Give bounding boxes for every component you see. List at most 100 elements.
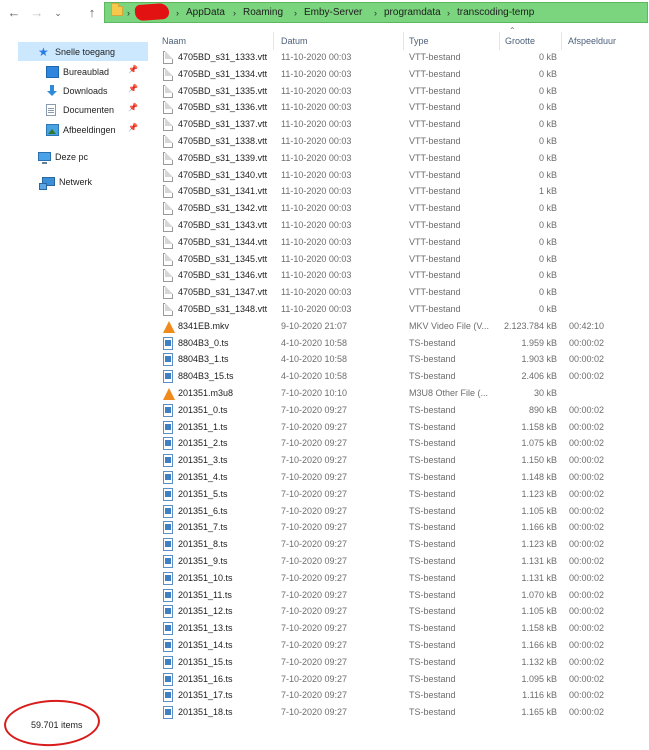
breadcrumb-separator-icon[interactable]: › bbox=[127, 6, 130, 20]
breadcrumb-appdata[interactable]: AppData bbox=[186, 6, 225, 20]
breadcrumb-transcoding-temp[interactable]: transcoding-temp bbox=[457, 6, 534, 20]
breadcrumb-separator-icon[interactable]: › bbox=[294, 6, 297, 20]
media-file-icon bbox=[163, 521, 173, 535]
breadcrumb-programdata[interactable]: programdata bbox=[384, 6, 441, 20]
file-row[interactable]: 201351.m3u8 7-10-2020 10:10 M3U8 Other Fil… bbox=[161, 385, 611, 402]
sidebar-item-downloads[interactable]: Downloads 📌 bbox=[18, 81, 148, 100]
file-row[interactable]: 4705BD_s31_1334.vtt 11-10-2020 00:03 VTT-b… bbox=[161, 66, 611, 83]
file-row[interactable]: 201351_3.ts 7-10-2020 09:27 TS-bestand 1.15… bbox=[161, 452, 611, 469]
pin-icon[interactable]: 📌 bbox=[128, 65, 138, 74]
file-row[interactable]: 201351_7.ts 7-10-2020 09:27 TS-bestand 1.16… bbox=[161, 519, 611, 536]
address-bar[interactable]: › › AppData › Roaming › Emby-Server › pr… bbox=[104, 2, 648, 23]
breadcrumb-separator-icon[interactable]: › bbox=[233, 6, 236, 20]
breadcrumb-separator-icon[interactable]: › bbox=[447, 6, 450, 20]
column-divider[interactable] bbox=[273, 32, 274, 50]
file-row[interactable]: 4705BD_s31_1344.vtt 11-10-2020 00:03 VTT-b… bbox=[161, 234, 611, 251]
breadcrumb-roaming[interactable]: Roaming bbox=[243, 6, 283, 20]
file-row[interactable]: 4705BD_s31_1340.vtt 11-10-2020 00:03 VTT-b… bbox=[161, 167, 611, 184]
file-name: 4705BD_s31_1343.vtt bbox=[178, 220, 268, 230]
text-file-icon bbox=[163, 202, 173, 216]
file-row[interactable]: 4705BD_s31_1341.vtt 11-10-2020 00:03 VTT-b… bbox=[161, 183, 611, 200]
sidebar-item-pictures[interactable]: Afbeeldingen 📌 bbox=[18, 120, 148, 139]
pin-icon[interactable]: 📌 bbox=[128, 103, 138, 112]
breadcrumb-separator-icon[interactable]: › bbox=[176, 6, 179, 20]
media-file-icon bbox=[163, 504, 173, 518]
navigation-pane: ★ Snelle toegang Bureaublad 📌 Downloads … bbox=[0, 26, 150, 750]
file-row[interactable]: 8341EB.mkv 9-10-2020 21:07 MKV Video File … bbox=[161, 318, 611, 335]
file-size: 1.131 kB bbox=[521, 556, 557, 566]
file-row[interactable]: 4705BD_s31_1336.vtt 11-10-2020 00:03 VTT-b… bbox=[161, 99, 611, 116]
file-row[interactable]: 4705BD_s31_1333.vtt 11-10-2020 00:03 VTT-b… bbox=[161, 49, 611, 66]
file-row[interactable]: 201351_17.ts 7-10-2020 09:27 TS-bestand 1.1… bbox=[161, 687, 611, 704]
file-row[interactable]: 201351_8.ts 7-10-2020 09:27 TS-bestand 1.12… bbox=[161, 536, 611, 553]
file-type: VTT-bestand bbox=[409, 186, 461, 197]
media-file-icon bbox=[163, 555, 173, 568]
text-file-icon bbox=[163, 118, 173, 132]
file-row[interactable]: 201351_18.ts 7-10-2020 09:27 TS-bestand 1.1… bbox=[161, 704, 611, 721]
file-row[interactable]: 201351_1.ts 7-10-2020 09:27 TS-bestand 1.15… bbox=[161, 419, 611, 436]
file-row[interactable]: 4705BD_s31_1337.vtt 11-10-2020 00:03 VTT-b… bbox=[161, 116, 611, 133]
file-row[interactable]: 201351_0.ts 7-10-2020 09:27 TS-bestand 890 … bbox=[161, 402, 611, 419]
column-header-size[interactable]: Grootte bbox=[505, 36, 535, 46]
file-size: 1.095 kB bbox=[521, 673, 557, 684]
file-row[interactable]: 201351_10.ts 7-10-2020 09:27 TS-bestand 1.1… bbox=[161, 570, 611, 587]
column-header-date[interactable]: Datum bbox=[281, 36, 308, 46]
file-row[interactable]: 201351_11.ts 7-10-2020 09:27 TS-bestand 1.0… bbox=[161, 587, 611, 604]
file-row[interactable]: 201351_5.ts 7-10-2020 09:27 TS-bestand 1.12… bbox=[161, 486, 611, 503]
back-arrow-icon[interactable]: ← bbox=[6, 5, 22, 21]
file-row[interactable]: 4705BD_s31_1342.vtt 11-10-2020 00:03 VTT-b… bbox=[161, 200, 611, 217]
file-row[interactable]: 201351_12.ts 7-10-2020 09:27 TS-bestand 1.1… bbox=[161, 603, 611, 620]
file-row[interactable]: 201351_14.ts 7-10-2020 09:27 TS-bestand 1.1… bbox=[161, 637, 611, 654]
file-row[interactable]: 201351_2.ts 7-10-2020 09:27 TS-bestand 1.07… bbox=[161, 435, 611, 452]
file-row[interactable]: 8804B3_1.ts 4-10-2020 10:58 TS-bestand 1.90… bbox=[161, 351, 611, 368]
column-divider[interactable] bbox=[403, 32, 404, 50]
file-row[interactable]: 201351_13.ts 7-10-2020 09:27 TS-bestand 1.1… bbox=[161, 620, 611, 637]
file-row[interactable]: 4705BD_s31_1346.vtt 11-10-2020 00:03 VTT-b… bbox=[161, 267, 611, 284]
pin-icon[interactable]: 📌 bbox=[128, 84, 138, 93]
file-type: VTT-bestand bbox=[409, 270, 461, 281]
file-name: 4705BD_s31_1346.vtt bbox=[178, 270, 268, 281]
forward-arrow-icon[interactable]: → bbox=[29, 5, 45, 21]
sidebar-item-network[interactable]: Netwerk bbox=[18, 172, 148, 191]
breadcrumb-emby-server[interactable]: Emby-Server bbox=[304, 6, 362, 20]
file-row[interactable]: 201351_16.ts 7-10-2020 09:27 TS-bestand 1.0… bbox=[161, 671, 611, 688]
sidebar-item-quick-access[interactable]: ★ Snelle toegang bbox=[18, 42, 148, 61]
media-file-icon bbox=[163, 454, 173, 468]
file-name: 4705BD_s31_1348.vtt bbox=[178, 304, 268, 314]
file-date: 7-10-2020 09:27 bbox=[281, 690, 348, 701]
file-row[interactable]: 201351_4.ts 7-10-2020 09:27 TS-bestand 1.14… bbox=[161, 469, 611, 486]
file-row[interactable]: 4705BD_s31_1348.vtt 11-10-2020 00:03 VTT-b… bbox=[161, 301, 611, 318]
text-file-icon bbox=[163, 51, 173, 64]
folder-icon bbox=[111, 3, 123, 16]
breadcrumb-separator-icon[interactable]: › bbox=[374, 6, 377, 20]
file-size: 0 kB bbox=[538, 203, 557, 214]
column-divider[interactable] bbox=[561, 32, 562, 50]
file-row[interactable]: 4705BD_s31_1335.vtt 11-10-2020 00:03 VTT-b… bbox=[161, 83, 611, 100]
file-date: 11-10-2020 00:03 bbox=[281, 220, 352, 230]
sidebar-item-this-pc[interactable]: Deze pc bbox=[18, 147, 148, 166]
file-size: 0 kB bbox=[538, 152, 557, 163]
file-row[interactable]: 4705BD_s31_1345.vtt 11-10-2020 00:03 VTT-b… bbox=[161, 251, 611, 268]
sidebar-item-desktop[interactable]: Bureaublad 📌 bbox=[18, 62, 148, 81]
file-row[interactable]: 201351_9.ts 7-10-2020 09:27 TS-bestand 1.13… bbox=[161, 553, 611, 570]
column-divider[interactable] bbox=[499, 32, 500, 50]
sidebar-item-documents[interactable]: Documenten 📌 bbox=[18, 100, 148, 119]
file-row[interactable]: 201351_6.ts 7-10-2020 09:27 TS-bestand 1.10… bbox=[161, 503, 611, 520]
file-row[interactable]: 4705BD_s31_1347.vtt 11-10-2020 00:03 VTT-b… bbox=[161, 284, 611, 301]
column-header-type[interactable]: Type bbox=[409, 36, 429, 46]
file-row[interactable]: 4705BD_s31_1343.vtt 11-10-2020 00:03 VTT-b… bbox=[161, 217, 611, 234]
column-header-name[interactable]: Naam bbox=[162, 36, 186, 46]
recent-locations-chevron-icon[interactable]: ⌄ bbox=[50, 5, 66, 21]
file-name: 4705BD_s31_1347.vtt bbox=[178, 287, 268, 298]
pin-icon[interactable]: 📌 bbox=[128, 123, 138, 132]
up-arrow-icon[interactable]: ↑ bbox=[84, 5, 100, 21]
file-date: 7-10-2020 09:27 bbox=[281, 522, 348, 533]
file-row[interactable]: 4705BD_s31_1339.vtt 11-10-2020 00:03 VTT-b… bbox=[161, 150, 611, 167]
column-header-duration[interactable]: Afspeelduur bbox=[568, 36, 616, 46]
file-row[interactable]: 201351_15.ts 7-10-2020 09:27 TS-bestand 1.1… bbox=[161, 654, 611, 671]
media-file-icon bbox=[163, 336, 173, 350]
file-row[interactable]: 4705BD_s31_1338.vtt 11-10-2020 00:03 VTT-b… bbox=[161, 133, 611, 150]
file-row[interactable]: 8804B3_0.ts 4-10-2020 10:58 TS-bestand 1.95… bbox=[161, 335, 611, 352]
file-row[interactable]: 8804B3_15.ts 4-10-2020 10:58 TS-bestand 2.4… bbox=[161, 368, 611, 385]
file-type: TS-bestand bbox=[409, 505, 456, 516]
